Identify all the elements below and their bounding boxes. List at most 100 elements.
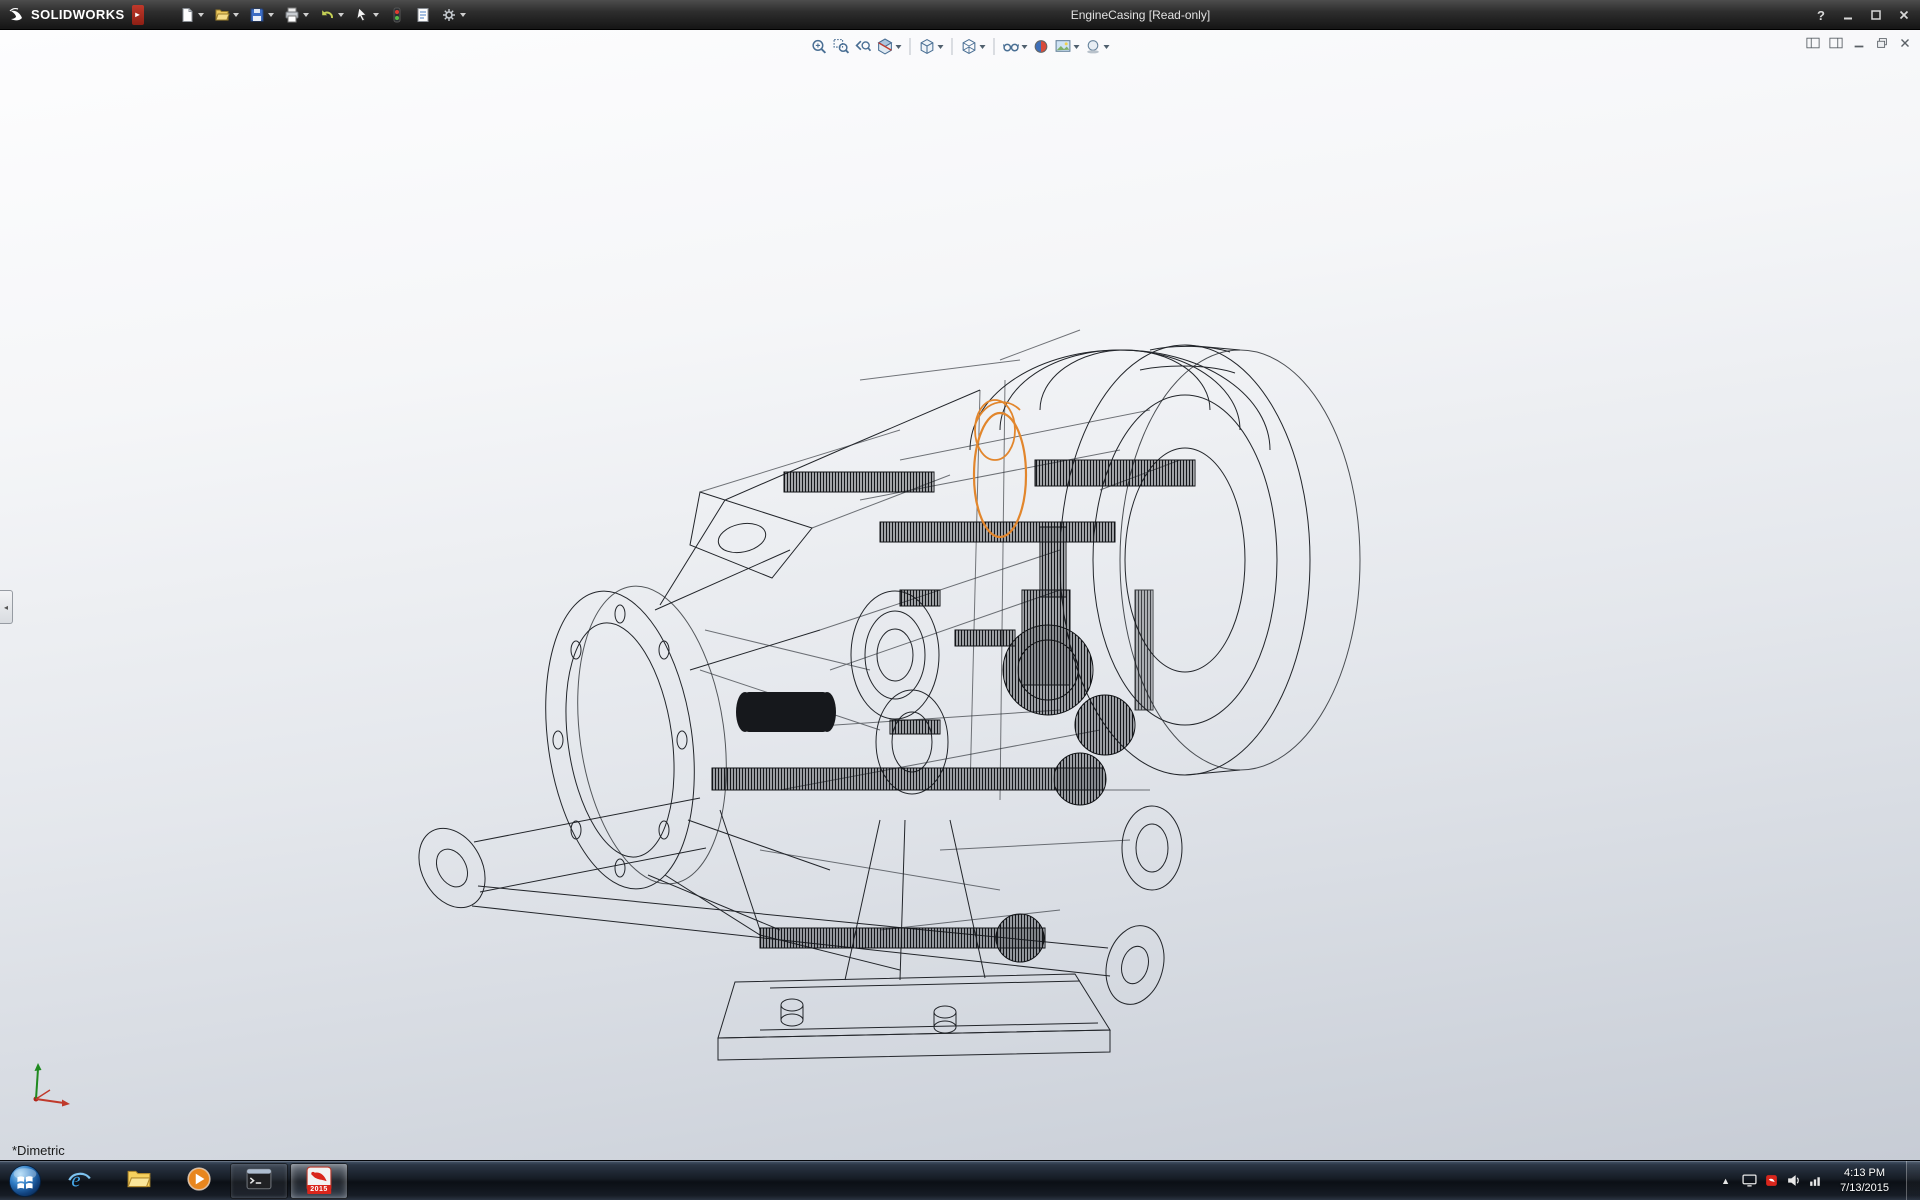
select-button[interactable] <box>351 5 382 25</box>
window-control-group <box>1835 5 1917 25</box>
show-hidden-icons-button[interactable]: ▲ <box>1718 1173 1733 1189</box>
close-button[interactable] <box>1891 5 1917 25</box>
open-icon <box>214 7 230 23</box>
toolbar-separator <box>910 38 911 55</box>
undo-icon <box>319 7 335 23</box>
featuremanager-pane-toggle-button[interactable] <box>1804 34 1822 52</box>
help-button[interactable]: ? <box>1809 6 1833 25</box>
section-view-icon <box>877 38 894 55</box>
edit-appearance-button[interactable] <box>1031 36 1052 57</box>
cad-model-wireframe <box>0 30 1920 1160</box>
featuremanager-collapsed-tab[interactable]: ◂ <box>0 590 13 624</box>
minimize-button[interactable] <box>1835 5 1861 25</box>
command-prompt-icon <box>246 1166 272 1197</box>
section-view-button[interactable] <box>875 36 904 57</box>
rebuild-button[interactable] <box>386 5 408 25</box>
tray-volume[interactable] <box>1786 1173 1801 1188</box>
hide-show-items-button[interactable] <box>1001 36 1030 57</box>
rebuild-icon <box>389 7 405 23</box>
new-document-button[interactable] <box>176 5 207 25</box>
save-button[interactable] <box>246 5 277 25</box>
display-style-button[interactable] <box>959 36 988 57</box>
tray-display[interactable] <box>1742 1173 1757 1188</box>
doc-minimize-button[interactable] <box>1850 34 1868 52</box>
hide-show-items-icon <box>1003 38 1020 55</box>
view-orientation-button[interactable] <box>917 36 946 57</box>
dropdown-caret-icon[interactable] <box>303 13 309 17</box>
previous-view-icon <box>855 38 872 55</box>
file-properties-icon <box>415 7 431 23</box>
dropdown-caret-icon[interactable] <box>373 13 379 17</box>
solidworks-logo[interactable]: SOLIDWORKS ▸ <box>0 0 150 29</box>
graphics-area[interactable]: ◂ *Dimetric <box>0 30 1920 1160</box>
dropdown-caret-icon[interactable] <box>896 45 902 49</box>
taskbar-button-windows-explorer[interactable] <box>110 1163 168 1199</box>
apply-scene-button[interactable] <box>1053 36 1082 57</box>
dropdown-caret-icon[interactable] <box>980 45 986 49</box>
doc-close-button[interactable] <box>1896 34 1914 52</box>
previous-view-button[interactable] <box>853 36 874 57</box>
view-settings-button[interactable] <box>1083 36 1112 57</box>
edit-appearance-icon <box>1033 38 1050 55</box>
doc-restore-button[interactable] <box>1873 34 1891 52</box>
select-icon <box>354 7 370 23</box>
taskbar-button-internet-explorer[interactable]: e <box>50 1163 108 1199</box>
windows-start-icon <box>8 1164 42 1198</box>
orientation-triad-icon <box>26 1057 74 1114</box>
dropdown-caret-icon[interactable] <box>268 13 274 17</box>
taskbar-button-media-player[interactable] <box>170 1163 228 1199</box>
tray-solidworks[interactable] <box>1764 1173 1779 1188</box>
maximize-button[interactable] <box>1863 5 1889 25</box>
clock-date: 7/13/2015 <box>1840 1181 1889 1195</box>
clock-time: 4:13 PM <box>1840 1166 1889 1180</box>
view-settings-icon <box>1085 38 1102 55</box>
taskbar-button-command-prompt[interactable] <box>230 1163 288 1199</box>
document-window-controls <box>1804 34 1914 52</box>
new-document-icon <box>179 7 195 23</box>
zoom-to-area-button[interactable] <box>831 36 852 57</box>
menu-bar: SOLIDWORKS ▸ EngineCasing [Read-only] ? <box>0 0 1920 30</box>
options-icon <box>441 7 457 23</box>
solidworks-logo-icon <box>8 6 26 24</box>
display-pane-toggle-button[interactable] <box>1827 34 1845 52</box>
app-window-controls: ? <box>1809 0 1917 30</box>
dropdown-caret-icon[interactable] <box>198 13 204 17</box>
print-button[interactable] <box>281 5 312 25</box>
dropdown-caret-icon[interactable] <box>338 13 344 17</box>
tray-network[interactable] <box>1808 1173 1823 1188</box>
apply-scene-icon <box>1055 38 1072 55</box>
solidworks-version-badge: 2015 <box>307 1185 331 1194</box>
view-orientation-icon <box>919 38 936 55</box>
dropdown-caret-icon[interactable] <box>938 45 944 49</box>
file-properties-button[interactable] <box>412 5 434 25</box>
open-button[interactable] <box>211 5 242 25</box>
taskbar: e 2015 ▲ 4:13 PM 7/13/2015 <box>0 1160 1920 1200</box>
show-desktop-button[interactable] <box>1906 1161 1920 1200</box>
start-button[interactable] <box>6 1162 44 1200</box>
menu-expand-arrow-icon[interactable]: ▸ <box>132 5 144 25</box>
view-orientation-label: *Dimetric <box>12 1143 65 1158</box>
heads-up-toolbar <box>805 34 1116 59</box>
media-player-icon <box>186 1166 212 1197</box>
display-style-icon <box>961 38 978 55</box>
undo-button[interactable] <box>316 5 347 25</box>
zoom-to-fit-button[interactable] <box>809 36 830 57</box>
toolbar-separator <box>952 38 953 55</box>
taskbar-clock[interactable]: 4:13 PM 7/13/2015 <box>1832 1166 1897 1195</box>
solidworks-logo-text: SOLIDWORKS <box>31 7 125 22</box>
dropdown-caret-icon[interactable] <box>1022 45 1028 49</box>
document-title: EngineCasing [Read-only] <box>1071 8 1210 22</box>
dropdown-caret-icon[interactable] <box>1104 45 1110 49</box>
selected-edge-highlight <box>974 400 1026 537</box>
windows-explorer-icon <box>126 1166 152 1197</box>
internet-explorer-icon: e <box>66 1166 92 1197</box>
dropdown-caret-icon[interactable] <box>233 13 239 17</box>
zoom-to-fit-icon <box>811 38 828 55</box>
solidworks-application-window: SOLIDWORKS ▸ EngineCasing [Read-only] ? <box>0 0 1920 1200</box>
taskbar-app-buttons: e 2015 <box>50 1161 348 1200</box>
dropdown-caret-icon[interactable] <box>460 13 466 17</box>
options-button[interactable] <box>438 5 469 25</box>
system-tray: ▲ 4:13 PM 7/13/2015 <box>1718 1161 1920 1200</box>
taskbar-button-solidworks[interactable]: 2015 <box>290 1163 348 1199</box>
dropdown-caret-icon[interactable] <box>1074 45 1080 49</box>
